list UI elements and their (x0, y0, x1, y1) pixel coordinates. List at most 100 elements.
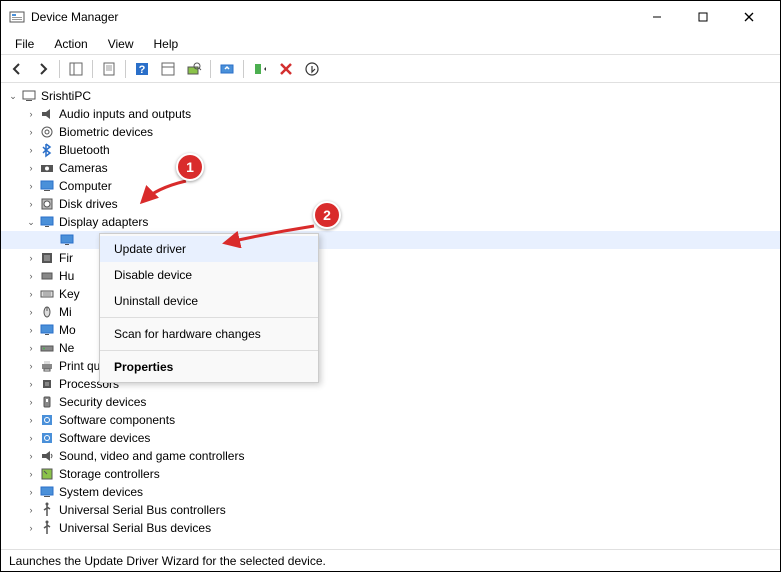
node-label: Sound, video and game controllers (59, 449, 244, 463)
tree-node-software[interactable]: › Software devices (1, 429, 780, 447)
statusbar: Launches the Update Driver Wizard for th… (1, 549, 780, 571)
expand-icon[interactable]: › (23, 340, 39, 356)
tree-node-disk[interactable]: › Disk drives (1, 195, 780, 213)
context-menu: Update driverDisable deviceUninstall dev… (99, 233, 319, 383)
expand-icon[interactable]: › (23, 484, 39, 500)
titlebar: Device Manager (1, 1, 780, 33)
node-label: Bluetooth (59, 143, 110, 157)
display-icon (59, 232, 75, 248)
tree-node-security[interactable]: ›Security devices (1, 393, 780, 411)
menu-help[interactable]: Help (144, 35, 189, 53)
expand-icon[interactable]: › (23, 466, 39, 482)
expand-icon[interactable]: › (23, 376, 39, 392)
help-button[interactable]: ? (130, 58, 154, 80)
tree-node-storage[interactable]: ›Storage controllers (1, 465, 780, 483)
node-label: Fir (59, 251, 73, 265)
tree-node-sound[interactable]: › Sound, video and game controllers (1, 447, 780, 465)
expand-icon[interactable]: › (23, 412, 39, 428)
expand-icon[interactable]: › (23, 268, 39, 284)
minimize-button[interactable] (634, 1, 680, 33)
expand-icon[interactable]: › (23, 430, 39, 446)
node-label: Software components (59, 413, 175, 427)
software-icon (39, 412, 55, 428)
software-icon (39, 430, 55, 446)
network-icon (39, 340, 55, 356)
scan-hardware-button[interactable] (182, 58, 206, 80)
menu-view[interactable]: View (98, 35, 144, 53)
expand-icon[interactable]: › (23, 250, 39, 266)
collapse-icon[interactable]: ⌄ (5, 88, 21, 104)
expand-icon[interactable]: › (23, 448, 39, 464)
expand-icon[interactable]: › (23, 142, 39, 158)
expand-icon[interactable]: › (23, 322, 39, 338)
usb-icon (39, 520, 55, 536)
context-menu-item-disable-device[interactable]: Disable device (100, 262, 318, 288)
expand-icon[interactable]: › (23, 160, 39, 176)
action-pane-button[interactable] (156, 58, 180, 80)
context-menu-item-update-driver[interactable]: Update driver (100, 236, 318, 262)
tree-node-system[interactable]: ›System devices (1, 483, 780, 501)
expand-icon[interactable]: › (23, 304, 39, 320)
expand-icon[interactable]: › (23, 106, 39, 122)
node-label: Cameras (59, 161, 108, 175)
hid-icon (39, 268, 55, 284)
computer-icon (39, 178, 55, 194)
window-title: Device Manager (31, 10, 634, 24)
system-icon (39, 484, 55, 500)
expand-icon[interactable]: › (23, 520, 39, 536)
printer-icon (39, 358, 55, 374)
tree-node-computer[interactable]: ›Computer (1, 177, 780, 195)
tree-node-usb[interactable]: ›Universal Serial Bus controllers (1, 501, 780, 519)
app-icon (9, 9, 25, 25)
device-tree[interactable]: ⌄ SrishtiPC ›Audio inputs and outputs›Bi… (1, 83, 780, 549)
context-menu-item-properties[interactable]: Properties (100, 354, 318, 380)
expand-icon[interactable]: › (23, 358, 39, 374)
context-menu-item-scan-for-hardware-changes[interactable]: Scan for hardware changes (100, 321, 318, 347)
node-label: Mi (59, 305, 72, 319)
sound-icon (39, 448, 55, 464)
security-icon (39, 394, 55, 410)
update-driver-button[interactable] (215, 58, 239, 80)
add-legacy-button[interactable] (300, 58, 324, 80)
usb-icon (39, 502, 55, 518)
expand-icon[interactable]: › (23, 394, 39, 410)
tree-root[interactable]: ⌄ SrishtiPC (1, 87, 780, 105)
node-label: Disk drives (59, 197, 118, 211)
expand-icon[interactable]: › (23, 286, 39, 302)
cpu-icon (39, 376, 55, 392)
collapse-icon[interactable]: ⌄ (23, 214, 39, 230)
context-menu-item-uninstall-device[interactable]: Uninstall device (100, 288, 318, 314)
tree-node-camera[interactable]: › Cameras (1, 159, 780, 177)
show-hide-console-tree-button[interactable] (64, 58, 88, 80)
properties-button[interactable] (97, 58, 121, 80)
menu-file[interactable]: File (5, 35, 44, 53)
node-label: Software devices (59, 431, 150, 445)
tree-node-software[interactable]: › Software components (1, 411, 780, 429)
expand-icon[interactable]: › (23, 124, 39, 140)
tree-node-audio[interactable]: ›Audio inputs and outputs (1, 105, 780, 123)
svg-text:?: ? (139, 64, 146, 76)
node-label: Mo (59, 323, 76, 337)
disable-button[interactable] (248, 58, 272, 80)
expand-icon[interactable]: › (23, 196, 39, 212)
keyboard-icon (39, 286, 55, 302)
close-button[interactable] (726, 1, 772, 33)
display-icon (39, 214, 55, 230)
tree-node-bluetooth[interactable]: › Bluetooth (1, 141, 780, 159)
storage-icon (39, 466, 55, 482)
tree-node-biometric[interactable]: ›Biometric devices (1, 123, 780, 141)
menu-action[interactable]: Action (44, 35, 97, 53)
node-label: Universal Serial Bus devices (59, 521, 211, 535)
maximize-button[interactable] (680, 1, 726, 33)
tree-node-usb[interactable]: › Universal Serial Bus devices (1, 519, 780, 537)
computer-icon (21, 88, 37, 104)
bluetooth-icon (39, 142, 55, 158)
node-label: Key (59, 287, 80, 301)
expand-icon[interactable]: › (23, 502, 39, 518)
tree-node-display[interactable]: ⌄Display adapters (1, 213, 780, 231)
forward-button[interactable] (31, 58, 55, 80)
node-label: Hu (59, 269, 74, 283)
back-button[interactable] (5, 58, 29, 80)
expand-icon[interactable]: › (23, 178, 39, 194)
uninstall-button[interactable] (274, 58, 298, 80)
